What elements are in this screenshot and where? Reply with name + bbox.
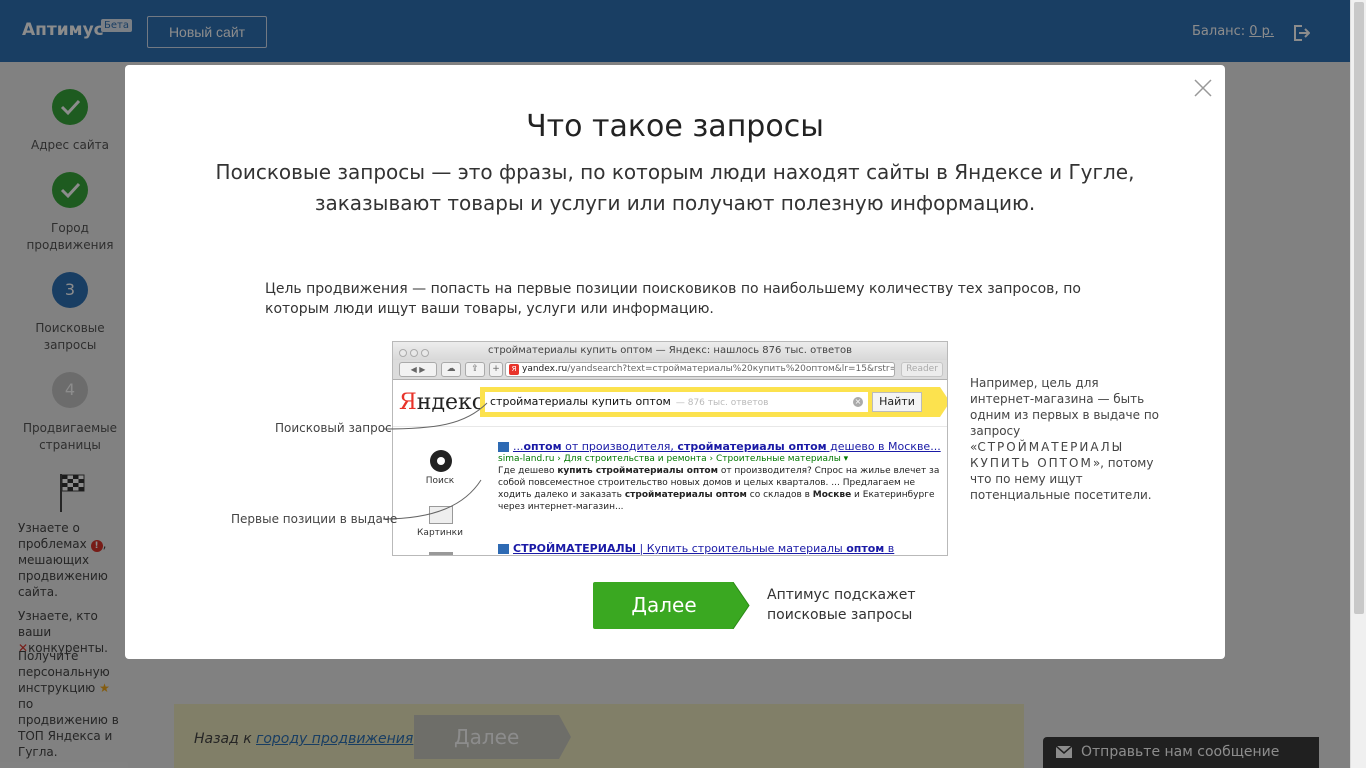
clear-icon: × [853,397,863,407]
site-favicon-icon [498,442,509,452]
mockup-reader-button: Reader [901,362,943,377]
yandex-search-mockup: стройматериалы купить оптом — Яндекс: на… [392,341,948,556]
search-tab-icon [430,450,452,472]
search-result-1: ...оптом от производителя, стройматериал… [498,440,947,513]
example-text: Например, цель для интернет-магазина — б… [970,376,1160,502]
next-hint: Аптимус подскажет поисковые запросы [767,587,916,623]
page-scrollbar[interactable] [1350,0,1366,768]
scrollbar-thumb[interactable] [1354,2,1364,614]
tab-images-label: Картинки [417,528,463,538]
share-icon: ⇪ [465,362,485,377]
cloud-icon: ☁ [441,362,461,377]
close-icon[interactable] [1193,78,1213,98]
mockup-vertical-tabs: Поиск Картинки [393,426,487,555]
yandex-search-bar: стройматериалы купить оптом — 876 тыс. от… [480,387,947,417]
search-result-2: СТРОЙМАТЕРИАЛЫ | Купить строительные мат… [498,542,947,555]
tab-search-label: Поиск [425,476,455,486]
mockup-url-bar: Я yandex.ru/yandsearch?text=стройматериа… [505,362,895,377]
video-icon [429,552,453,555]
modal-subtitle: Поисковые запросы — это фразы, по которы… [215,160,1135,215]
site-favicon-icon [498,544,509,554]
back-forward-icon: ◀ ▶ [399,362,437,377]
modal-title: Что такое запросы [526,109,824,144]
callout-search-query: Поисковый запрос [275,421,392,435]
queries-info-modal: Что такое запросы Поисковые запросы — эт… [125,65,1225,659]
callout-first-positions: Первые позиции в выдаче [231,512,398,526]
yandex-favicon-icon: Я [509,364,519,375]
mockup-window-title: стройматериалы купить оптом — Яндекс: на… [488,345,852,356]
result-url: sima-land.ru › Для строительства и ремон… [498,454,849,464]
yandex-find-button: Найти [872,392,922,412]
result-snippet: Где дешево купить стройматериалы оптом о… [498,466,940,512]
plus-icon: + [489,362,503,377]
yandex-search-input: стройматериалы купить оптом — 876 тыс. от… [485,392,868,412]
mockup-titlebar: стройматериалы купить оптом — Яндекс: на… [393,342,947,360]
image-icon [429,506,453,524]
goal-text: Цель продвижения — попасть на первые поз… [265,281,1081,317]
yandex-logo: Яндекс [399,390,485,415]
next-button-label: Далее [631,593,697,617]
mockup-toolbar: ◀ ▶ ☁ ⇪ + Я yandex.ru/yandsearch?text=ст… [393,360,947,380]
next-button[interactable]: Далее [593,582,751,629]
